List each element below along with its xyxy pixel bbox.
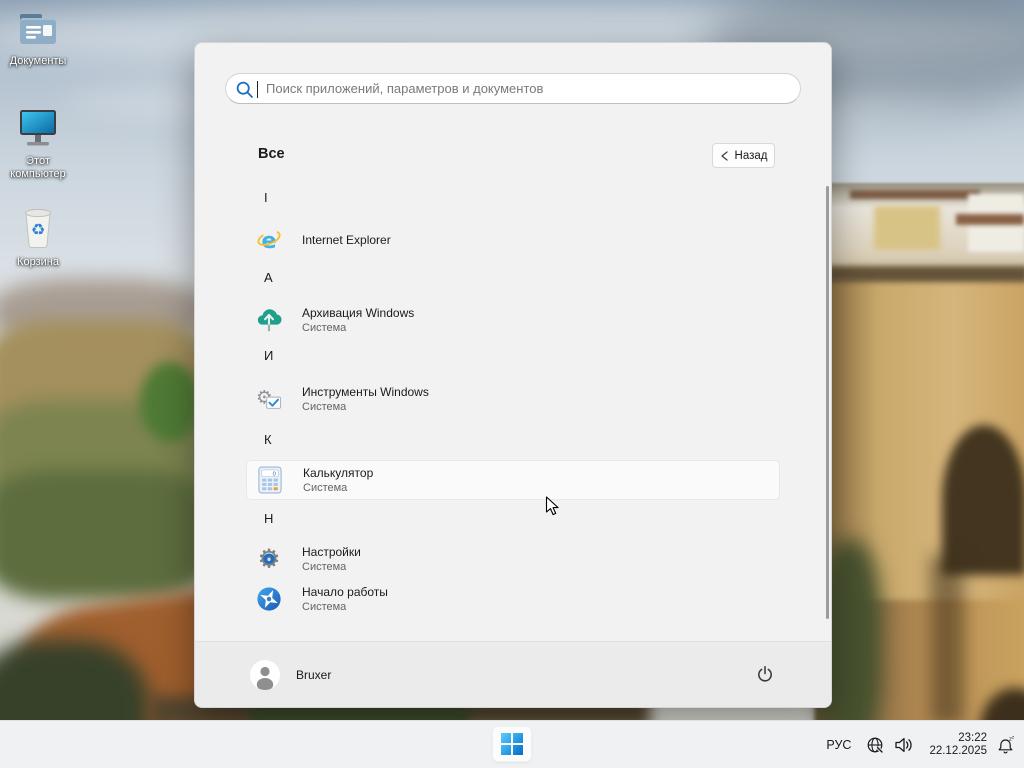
documents-folder-icon: [20, 14, 56, 44]
app-row-windows-backup[interactable]: Архивация Windows Система: [246, 300, 780, 340]
app-name: Архивация Windows: [302, 305, 415, 320]
internet-explorer-icon: e: [257, 228, 281, 254]
desktop-icon-label: Корзина: [17, 256, 59, 268]
user-account-button[interactable]: Bruxer: [250, 657, 331, 693]
app-subtitle: Система: [302, 400, 347, 413]
app-name: Internet Explorer: [302, 232, 391, 247]
back-button-label: Назад: [734, 149, 768, 162]
app-name: Инструменты Windows: [302, 384, 429, 399]
notifications-bell-icon[interactable]: z z: [996, 735, 1016, 755]
app-row-windows-tools[interactable]: ⚙ Инструменты Windows Система: [246, 379, 780, 419]
roof-shape: [850, 190, 980, 199]
section-letter[interactable]: А: [264, 270, 273, 285]
taskbar: РУС 23:22 22.12.2025 z z: [0, 720, 1024, 768]
vegetation-shape: [140, 362, 200, 442]
system-tray: РУС 23:22 22.12.2025 z z: [826, 721, 1016, 768]
desktop-icon-label: Документы: [9, 55, 67, 67]
svg-text:z: z: [1012, 735, 1014, 740]
user-name: Bruxer: [296, 668, 332, 682]
hill-shape: [0, 470, 210, 600]
start-button[interactable]: [492, 726, 532, 762]
scrollbar[interactable]: [826, 186, 829, 619]
desktop-icon-label: Этот компьютер: [10, 155, 66, 180]
recycle-bin-icon: ♻: [25, 208, 51, 248]
section-letter[interactable]: К: [264, 432, 272, 447]
network-globe-icon[interactable]: [866, 736, 884, 754]
desktop-icon-recycle-bin[interactable]: ♻ Корзина: [0, 205, 76, 269]
user-avatar: [250, 660, 280, 690]
desktop-icon-this-pc[interactable]: Этот компьютер: [0, 108, 76, 181]
clock[interactable]: 23:22 22.12.2025: [929, 732, 987, 759]
chevron-left-icon: [720, 150, 728, 161]
app-name: Калькулятор: [303, 465, 374, 480]
app-row-settings[interactable]: ⚙ Настройки Система: [246, 539, 780, 579]
apps-list-title: Все: [258, 146, 285, 162]
section-letter[interactable]: Н: [264, 511, 273, 526]
power-button[interactable]: [745, 654, 785, 694]
app-row-get-started[interactable]: Начало работы Система: [246, 579, 780, 619]
text-caret: [257, 81, 258, 98]
keyboard-language-indicator[interactable]: РУС: [826, 738, 851, 752]
start-menu-panel: Все Назад I e Internet Explorer А А: [194, 42, 832, 708]
app-name: Начало работы: [302, 584, 388, 599]
calculator-icon: 0: [258, 466, 282, 494]
svg-text:♻: ♻: [31, 220, 45, 239]
mouse-cursor: [545, 496, 560, 522]
clock-date: 22.12.2025: [929, 745, 987, 757]
back-button[interactable]: Назад: [712, 143, 775, 168]
app-subtitle: Система: [302, 321, 347, 334]
volume-icon[interactable]: [894, 736, 914, 754]
power-icon: [758, 665, 772, 682]
app-name: Настройки: [302, 544, 361, 559]
windows-tools-icon: ⚙: [256, 388, 282, 409]
bridge-deck-shape: [828, 266, 1024, 282]
section-letter[interactable]: И: [264, 348, 273, 363]
app-row-calculator[interactable]: 0 Калькулятор Система: [246, 460, 780, 500]
windows-backup-icon: [257, 308, 282, 331]
app-subtitle: Система: [303, 481, 348, 494]
this-pc-monitor-icon: [20, 110, 56, 146]
svg-text:0: 0: [272, 471, 276, 477]
building-shape: [874, 206, 940, 250]
app-row-internet-explorer[interactable]: e Internet Explorer: [246, 220, 780, 260]
windows-logo-icon: [501, 733, 523, 755]
desktop-icon-documents[interactable]: Документы: [0, 10, 76, 68]
settings-icon: ⚙: [257, 546, 280, 572]
clock-time: 23:22: [958, 731, 987, 744]
app-subtitle: Система: [302, 560, 347, 573]
search-input[interactable]: [266, 75, 786, 102]
get-started-icon: [257, 587, 281, 611]
start-menu-footer: Bruxer: [195, 641, 831, 707]
search-icon: [236, 81, 253, 98]
bridge-shadow-shape: [930, 555, 964, 725]
app-subtitle: Система: [302, 600, 347, 613]
bridge-arch-shape: [942, 425, 1024, 575]
search-box[interactable]: [225, 73, 801, 104]
roof-shape: [956, 214, 1024, 225]
section-letter[interactable]: I: [264, 190, 268, 205]
